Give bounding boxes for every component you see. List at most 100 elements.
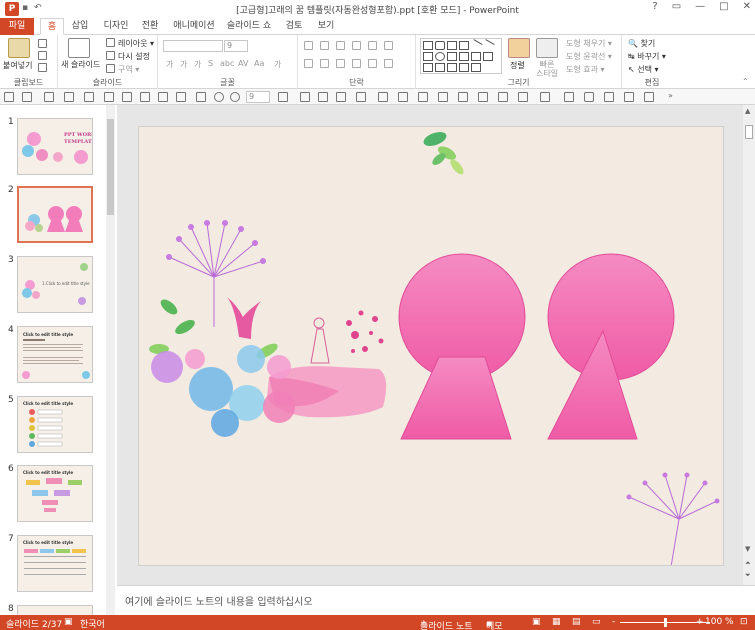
arrow-down-shape-icon[interactable] xyxy=(435,63,445,72)
connector-toolbar-icon[interactable] xyxy=(398,92,408,102)
brace-shape-icon[interactable] xyxy=(459,63,469,72)
cut-icon[interactable] xyxy=(38,39,47,48)
line-toolbar-icon[interactable] xyxy=(378,92,388,102)
star-shape-icon[interactable] xyxy=(471,63,481,72)
ribbon-display-button[interactable]: ▭ xyxy=(672,1,681,12)
text2-toolbar-icon[interactable] xyxy=(318,92,328,102)
redo-toolbar-icon[interactable] xyxy=(44,92,54,102)
rounded-toolbar-icon[interactable] xyxy=(584,92,594,102)
slide-thumbnail-1[interactable]: PPT WORLD TEMPLATE xyxy=(17,118,93,175)
group-toolbar-icon[interactable] xyxy=(644,92,654,102)
layout-button[interactable]: 레이아웃 ▾ xyxy=(118,38,154,49)
find-button[interactable]: 🔍 찾기 xyxy=(628,38,655,49)
collapse-ribbon-icon[interactable]: ⌃ xyxy=(742,77,749,86)
callout-toolbar-icon[interactable] xyxy=(604,92,614,102)
shape-outline-button[interactable]: 도형 윤곽선 ▾ xyxy=(566,51,612,62)
slide-thumbnail-7[interactable]: Click to edit title style xyxy=(17,535,93,592)
tab-transitions[interactable]: 전환 xyxy=(138,18,162,35)
zoom-level[interactable]: 100 % xyxy=(705,617,734,627)
slide-sorter-icon[interactable]: ▦ xyxy=(552,617,561,627)
toolbar-more-icon[interactable]: » xyxy=(668,91,673,100)
grid-toolbar-icon[interactable] xyxy=(140,92,150,102)
bubble-toolbar-icon[interactable] xyxy=(624,92,634,102)
paste-button[interactable]: 붙여넣기 xyxy=(3,60,32,71)
font-toolbar-icon[interactable] xyxy=(278,92,288,102)
textbox-shape-icon[interactable] xyxy=(447,41,457,50)
scroll-up-icon[interactable]: ▲ xyxy=(745,107,750,115)
replace-button[interactable]: ↹ 바꾸기 ▾ xyxy=(628,51,666,62)
lasso-toolbar-icon[interactable] xyxy=(196,92,206,102)
rounded-rect-shape-icon[interactable] xyxy=(435,41,445,50)
curve-shape-icon[interactable] xyxy=(471,52,481,61)
justify-icon[interactable] xyxy=(352,59,361,68)
slide-thumbnail-2[interactable] xyxy=(17,186,93,243)
increase-indent-icon[interactable] xyxy=(352,41,361,50)
paste-toolbar-icon[interactable] xyxy=(84,92,94,102)
arrow-shape-icon[interactable] xyxy=(481,39,495,52)
tab-home[interactable]: 홈 xyxy=(40,18,64,35)
align-right-icon[interactable] xyxy=(336,59,345,68)
weight-toolbar-icon[interactable] xyxy=(478,92,488,102)
tab-animations[interactable]: 애니메이션 xyxy=(172,18,216,35)
print-toolbar-icon[interactable] xyxy=(104,92,114,102)
new-slide-icon[interactable] xyxy=(68,38,90,58)
font-size-combo[interactable]: 9 xyxy=(224,40,248,52)
text-toolbar-icon[interactable] xyxy=(300,92,310,102)
toolbar-font-size[interactable]: 9 xyxy=(246,91,270,103)
tab-design[interactable]: 디자인 xyxy=(100,18,132,35)
triangle-shape-icon[interactable] xyxy=(447,52,457,61)
change-case-button[interactable]: Aa xyxy=(254,59,264,68)
slide-thumbnail-8[interactable] xyxy=(17,605,93,615)
language-label[interactable]: 한국어 xyxy=(80,617,105,630)
thumbnail-scrollbar[interactable] xyxy=(106,105,115,615)
fill-toolbar-icon[interactable] xyxy=(336,92,346,102)
help-button[interactable]: ? xyxy=(652,1,657,12)
maximize-button[interactable]: □ xyxy=(719,1,728,12)
triangle2-shape-icon[interactable] xyxy=(459,52,469,61)
paste-icon[interactable] xyxy=(8,38,30,58)
table-toolbar-icon[interactable] xyxy=(122,92,132,102)
picture-shape-icon[interactable] xyxy=(459,41,469,50)
copy-icon[interactable] xyxy=(38,51,47,60)
tab-view[interactable]: 보기 xyxy=(314,18,338,35)
spellcheck-icon[interactable]: ▣ xyxy=(64,617,73,627)
scroll-down-icon[interactable]: ▼ xyxy=(745,545,750,553)
tab-slideshow[interactable]: 슬라이드 쇼 xyxy=(226,18,272,35)
notes-pane[interactable]: 여기에 슬라이드 노트의 내용을 입력하십시오 xyxy=(117,585,755,615)
minimize-button[interactable]: — xyxy=(695,1,705,12)
shape-toolbar-icon[interactable] xyxy=(176,92,186,102)
distribute-toolbar-icon[interactable] xyxy=(540,92,550,102)
slide-thumbnail-5[interactable]: Click to edit title style xyxy=(17,396,93,453)
tab-review[interactable]: 검토 xyxy=(282,18,306,35)
oval-shape-icon[interactable] xyxy=(435,52,445,61)
bracket-shape-icon[interactable] xyxy=(483,52,493,61)
shadow-button[interactable]: S xyxy=(208,59,213,68)
reset-button[interactable]: 다시 설정 xyxy=(118,51,150,62)
rectangle-shape-icon[interactable] xyxy=(423,41,433,50)
slide-canvas[interactable] xyxy=(138,126,724,566)
reading-view-icon[interactable]: ▤ xyxy=(572,617,581,627)
format-painter-icon[interactable] xyxy=(38,63,47,72)
align-left-icon[interactable] xyxy=(304,59,313,68)
slide-thumbnail-4[interactable]: Click to edit title style xyxy=(17,326,93,383)
align-center-icon[interactable] xyxy=(320,59,329,68)
outline-toolbar-icon[interactable] xyxy=(356,92,366,102)
notes-placeholder[interactable]: 여기에 슬라이드 노트의 내용을 입력하십시오 xyxy=(125,593,313,608)
bold-button[interactable]: 가 xyxy=(166,59,173,70)
slide-scrollbar[interactable]: ▲ ▼ ⏶ ⏷ xyxy=(743,105,755,585)
arrow-right-shape-icon[interactable] xyxy=(423,63,433,72)
fit-slide-icon[interactable]: ⊡ xyxy=(740,617,748,627)
shapes-gallery[interactable] xyxy=(420,38,502,74)
color-toolbar-icon[interactable] xyxy=(214,92,224,102)
slideshow-view-icon[interactable]: ▭ xyxy=(592,617,601,627)
arrange-icon[interactable] xyxy=(508,38,530,58)
columns-icon[interactable] xyxy=(368,59,377,68)
bullets-icon[interactable] xyxy=(304,41,313,50)
zoom-in-button[interactable]: + xyxy=(696,617,704,627)
decrease-indent-icon[interactable] xyxy=(336,41,345,50)
align-toolbar-icon[interactable] xyxy=(518,92,528,102)
effects-toolbar-icon[interactable] xyxy=(418,92,428,102)
text-direction-icon[interactable] xyxy=(384,41,393,50)
underline-button[interactable]: 가 xyxy=(194,59,201,70)
font-color-button[interactable]: 가 xyxy=(274,59,281,70)
